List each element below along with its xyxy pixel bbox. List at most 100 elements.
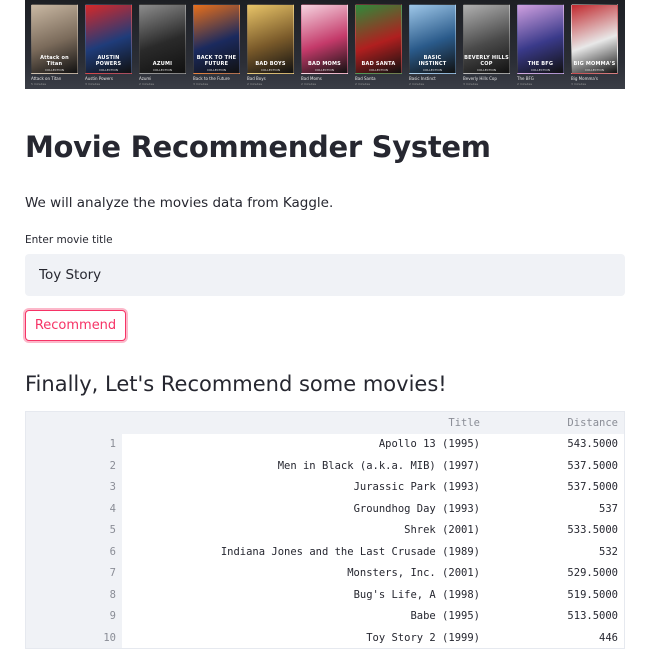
movie-title-cell[interactable]: Toy Story 2 (1999) (122, 632, 480, 644)
table-row: 4 Groundhog Day (1993) 537 (26, 499, 624, 521)
poster-duration: 2 minutes (301, 82, 317, 86)
movie-title-cell[interactable]: Apollo 13 (1995) (122, 438, 480, 450)
movie-title-cell[interactable]: Shrek (2001) (122, 524, 480, 536)
movie-title-input[interactable] (25, 254, 625, 296)
poster-title: BAD SANTA (361, 61, 396, 67)
movie-title-cell[interactable]: Indiana Jones and the Last Crusade (1989… (122, 546, 480, 558)
movie-title-cell[interactable]: Babe (1995) (122, 610, 480, 622)
poster-title: BACK TO THE FUTURE (196, 55, 237, 67)
table-row: 1 Apollo 13 (1995) 543.5000 (26, 434, 624, 456)
poster-caption: The BFG (517, 76, 534, 81)
poster-caption: Bad Moms (301, 76, 322, 81)
poster-caption: Bad Santa (355, 76, 376, 81)
distance-cell[interactable]: 537 (480, 503, 618, 515)
poster-collection-label: COLLECTION (206, 68, 227, 72)
poster-caption: Austin Powers (85, 76, 114, 81)
table-header: Title Distance (26, 412, 624, 434)
poster-collection-label: COLLECTION (98, 68, 119, 72)
distance-cell[interactable]: 529.5000 (480, 567, 618, 579)
table-row: 6 Indiana Jones and the Last Crusade (198… (26, 542, 624, 564)
results-heading: Finally, Let's Recommend some movies! (25, 372, 447, 396)
poster-title: BEVERLY HILLS COP (464, 55, 509, 67)
poster-collection-label: COLLECTION (260, 68, 281, 72)
poster-duration: 3 minutes (571, 82, 587, 86)
poster-collection-label: COLLECTION (530, 68, 551, 72)
poster-duration: 2 minutes (409, 82, 425, 86)
column-header-title[interactable]: Title (122, 417, 480, 429)
movie-poster: THE BFG COLLECTION (517, 4, 564, 74)
movie-poster: Attack on Titan COLLECTION (31, 4, 78, 74)
poster-duration: 3 minutes (193, 82, 209, 86)
poster-title: AZUMI (152, 61, 173, 67)
distance-cell[interactable]: 537.5000 (480, 460, 618, 472)
poster-caption: Back to the Future (193, 76, 230, 81)
row-index: 4 (109, 502, 116, 515)
poster-title: BIG MOMMA'S (573, 61, 616, 67)
row-index: 5 (109, 524, 116, 536)
poster-collection-label: COLLECTION (368, 68, 389, 72)
table-row: 5 Shrek (2001) 533.5000 (26, 520, 624, 542)
row-index: 1 (109, 438, 116, 450)
distance-cell[interactable]: 532 (480, 546, 618, 558)
movie-poster: BIG MOMMA'S COLLECTION (571, 4, 618, 74)
poster-title: THE BFG (527, 61, 554, 67)
row-index: 3 (109, 481, 116, 493)
poster-duration: 2 minutes (517, 82, 533, 86)
movie-title-cell[interactable]: Groundhog Day (1993) (122, 503, 480, 515)
row-index: 10 (103, 631, 116, 644)
poster-caption: Bad Boys (247, 76, 266, 81)
movie-title-cell[interactable]: Men in Black (a.k.a. MIB) (1997) (122, 460, 480, 472)
movie-title-label: Enter movie title (25, 234, 113, 246)
poster-collection-label: COLLECTION (476, 68, 497, 72)
poster-duration: 3 minutes (463, 82, 479, 86)
poster-title: BAD BOYS (255, 61, 286, 67)
poster-title: Attack on Titan (40, 55, 69, 67)
row-index: 2 (109, 459, 116, 472)
movie-poster: BASIC INSTINCT COLLECTION (409, 4, 456, 74)
poster-collection-label: COLLECTION (44, 68, 65, 72)
distance-cell[interactable]: 543.5000 (480, 438, 618, 450)
table-row: 9 Babe (1995) 513.5000 (26, 606, 624, 628)
poster-caption: Attack on Titan (31, 76, 62, 81)
recommendations-table[interactable]: Title Distance 1 Apollo 13 (1995) 543.5000… (25, 411, 625, 649)
poster-duration: 5 minutes (31, 82, 47, 86)
movie-posters-banner: Attack on Titan COLLECTION Attack on Titan… (25, 0, 625, 89)
table-row: 2 Men in Black (a.k.a. MIB) (1997) 537.500… (26, 456, 624, 478)
recommend-button[interactable]: Recommend (25, 310, 126, 341)
poster-caption: Azumi (139, 76, 152, 81)
poster-collection-label: COLLECTION (152, 68, 173, 72)
movie-poster: BAD SANTA COLLECTION (355, 4, 402, 74)
table-row: 7 Monsters, Inc. (2001) 529.5000 (26, 563, 624, 585)
distance-cell[interactable]: 446 (480, 632, 618, 644)
movie-poster: BACK TO THE FUTURE COLLECTION (193, 4, 240, 74)
movie-title-cell[interactable]: Jurassic Park (1993) (122, 481, 480, 493)
row-index: 8 (109, 588, 116, 601)
movie-title-cell[interactable]: Monsters, Inc. (2001) (122, 567, 480, 579)
distance-cell[interactable]: 513.5000 (480, 610, 618, 622)
movie-poster: AZUMI COLLECTION (139, 4, 186, 74)
page-subtitle: We will analyze the movies data from Kag… (25, 195, 334, 211)
poster-collection-label: COLLECTION (422, 68, 443, 72)
poster-collection-label: COLLECTION (584, 68, 605, 72)
distance-cell[interactable]: 519.5000 (480, 589, 618, 601)
poster-duration: 3 minutes (85, 82, 101, 86)
table-row: 10 Toy Story 2 (1999) 446 (26, 628, 624, 650)
poster-caption: Big Momma's (571, 76, 598, 81)
movie-title-cell[interactable]: Bug's Life, A (1998) (122, 589, 480, 601)
movie-poster: BAD BOYS COLLECTION (247, 4, 294, 74)
poster-title: AUSTIN POWERS (95, 55, 122, 67)
column-header-distance[interactable]: Distance (480, 417, 618, 429)
poster-duration: 2 minutes (355, 82, 371, 86)
distance-cell[interactable]: 533.5000 (480, 524, 618, 536)
row-index: 6 (109, 545, 116, 558)
table-row: 3 Jurassic Park (1993) 537.5000 (26, 477, 624, 499)
row-index: 9 (109, 610, 116, 622)
page-title: Movie Recommender System (25, 130, 491, 164)
poster-title: BAD MOMS (308, 61, 341, 67)
poster-collection-label: COLLECTION (314, 68, 335, 72)
table-row: 8 Bug's Life, A (1998) 519.5000 (26, 585, 624, 607)
movie-poster: AUSTIN POWERS COLLECTION (85, 4, 132, 74)
poster-duration: 2 minutes (247, 82, 263, 86)
distance-cell[interactable]: 537.5000 (480, 481, 618, 493)
row-index: 7 (109, 567, 116, 579)
